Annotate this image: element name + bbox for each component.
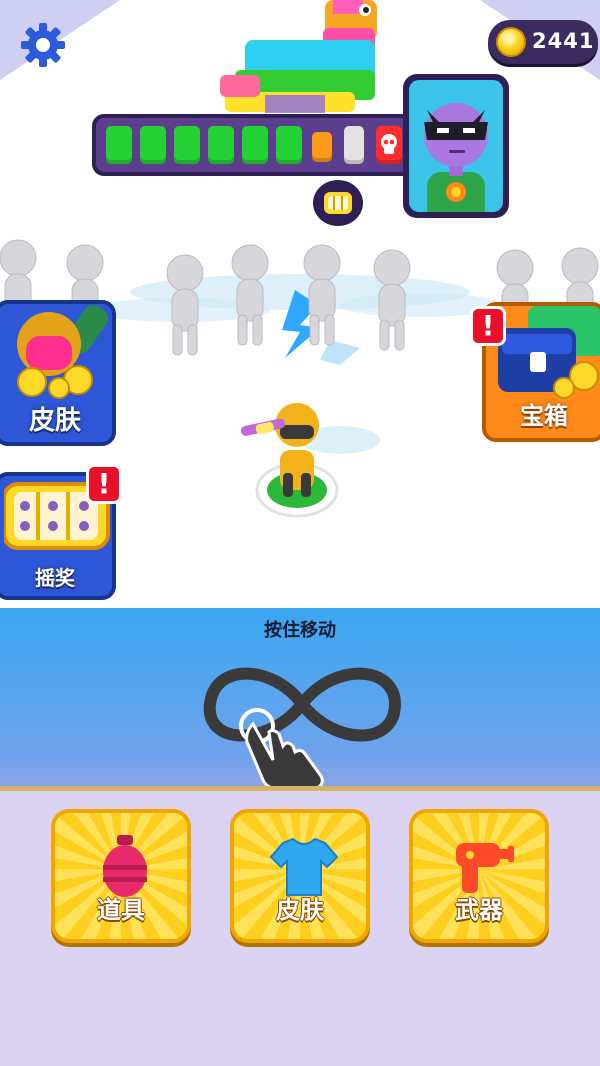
slot-machine-icon — [324, 192, 352, 214]
weapons-button-label: 武器 — [455, 896, 503, 924]
weapons-button[interactable]: 武器 — [409, 809, 549, 943]
skin-shop-button[interactable]: 皮肤 — [0, 300, 116, 446]
health-segment — [140, 126, 166, 164]
health-segment — [276, 126, 302, 164]
hold-to-move-label: 按住移动 — [264, 620, 336, 641]
skin-side-label: 皮肤 — [28, 406, 81, 436]
pointing-hand-icon — [239, 708, 324, 790]
pinata-boss — [220, 0, 377, 113]
health-segment-empty — [344, 126, 364, 164]
lottery-alert-badge: ! — [86, 464, 122, 504]
boss-avatar — [424, 103, 488, 212]
chest-side-label: 宝箱 — [520, 402, 568, 430]
items-button-label: 道具 — [97, 896, 145, 924]
move-tutorial-panel[interactable]: 按住移动 — [0, 608, 600, 790]
coin-count: 2441 — [532, 29, 595, 53]
items-button[interactable]: 道具 — [51, 809, 191, 943]
gear-icon[interactable] — [20, 22, 66, 68]
boss-portrait — [403, 74, 509, 218]
health-segment — [208, 126, 234, 164]
player-character — [240, 403, 339, 518]
health-segment — [174, 126, 200, 164]
skins-button-label: 皮肤 — [276, 896, 324, 924]
slot-badge — [313, 180, 363, 226]
game-stage[interactable]: 2441 皮肤 宝箱 ! 摇奖 ! — [0, 0, 600, 608]
skins-button[interactable]: 皮肤 — [230, 809, 370, 943]
chest-icon — [498, 306, 600, 399]
lottery-side-label: 摇奖 — [35, 566, 75, 590]
health-segment — [106, 126, 132, 164]
helmet-icon — [17, 304, 109, 399]
health-segment-warning — [312, 132, 332, 162]
coin-icon — [496, 27, 526, 57]
bottom-menu: 道具 皮肤 武器 — [0, 791, 600, 1066]
coin-counter: 2441 — [488, 20, 598, 64]
health-segment — [242, 126, 268, 164]
boss-health-bar — [92, 114, 414, 176]
chest-alert-badge: ! — [470, 306, 506, 346]
skull-icon — [376, 126, 402, 164]
